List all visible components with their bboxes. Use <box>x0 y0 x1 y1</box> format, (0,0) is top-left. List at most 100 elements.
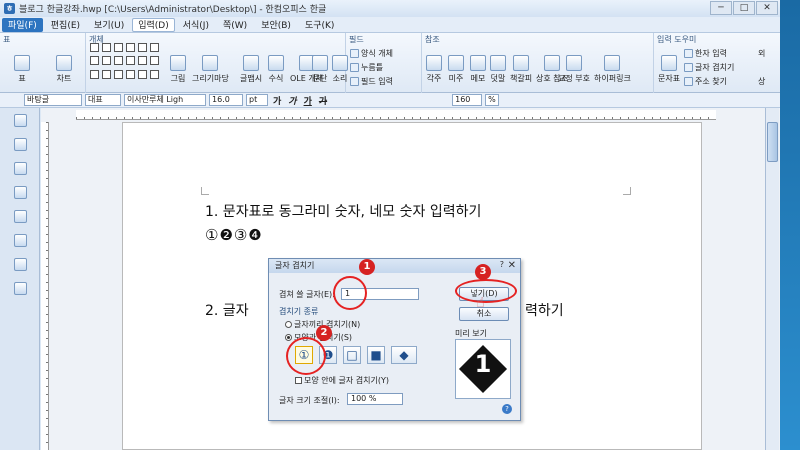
underline-button[interactable]: 가 <box>302 94 314 107</box>
preview-char: 1 <box>474 350 492 378</box>
group-label: 참조 <box>425 35 440 44</box>
comment-button[interactable]: 덧말 <box>490 55 506 84</box>
app-logo-icon: ㅎ <box>4 3 15 14</box>
font-select[interactable]: 이사만루체 Ligh <box>124 94 206 106</box>
strike-button[interactable]: 가 <box>317 94 329 107</box>
extra-button-2[interactable]: 상 <box>758 76 765 87</box>
address-find-button[interactable]: 주소 찾기 <box>684 76 727 87</box>
endnote-icon <box>448 55 464 71</box>
form-object-button[interactable]: 양식 개체 <box>350 48 393 59</box>
shape-dropdown-button[interactable]: ◆ <box>391 346 417 364</box>
shape-filled-square-button[interactable]: ■ <box>367 346 385 364</box>
chars-label: 겹쳐 쓸 글자(E): <box>279 290 335 299</box>
doc-icon[interactable] <box>14 234 27 247</box>
hanja-input-button[interactable]: 한자 입력 <box>684 48 727 59</box>
group-label: 필드 <box>349 35 364 44</box>
hanja-icon <box>684 49 693 58</box>
formula-button[interactable]: 수식 <box>268 55 284 84</box>
group-label: 표 <box>3 35 11 44</box>
style-select[interactable]: 바탕글 <box>24 94 82 106</box>
minimize-button[interactable]: ─ <box>710 1 732 15</box>
menu-edit[interactable]: 편집(E) <box>45 18 86 32</box>
drawing-button[interactable]: 그리기마당 <box>192 55 229 84</box>
checkbox-icon <box>295 377 302 384</box>
annotation-badge-2: 2 <box>316 325 332 341</box>
char-overlap-button[interactable]: 글자 겹치기 <box>684 62 734 73</box>
paragraph-button[interactable]: 문단 <box>312 55 328 84</box>
title-bar: ㅎ 블로그 한글강좌.hwp [C:\Users\Administrator\D… <box>0 0 780 17</box>
extra-button-1[interactable]: 외 <box>758 48 765 59</box>
shape-gallery[interactable] <box>90 43 159 81</box>
ribbon-group-table: 표 표 차트 <box>0 33 86 93</box>
table-button[interactable]: 표 <box>14 55 30 84</box>
zoom-input[interactable]: 160 <box>452 94 483 106</box>
grid-icon[interactable] <box>14 282 27 295</box>
list-icon[interactable] <box>14 162 27 175</box>
menu-bar: 파일(F) 편집(E) 보기(U) 입력(D) 서식(J) 쪽(W) 보안(B)… <box>0 17 780 33</box>
proofread-icon <box>565 55 582 71</box>
desktop-background <box>780 0 800 450</box>
shape-square-button[interactable]: □ <box>343 346 361 364</box>
proofreading-button[interactable]: 교정 부호 <box>558 55 590 84</box>
app-window: ㅎ 블로그 한글강좌.hwp [C:\Users\Administrator\D… <box>0 0 780 450</box>
bookmark-icon <box>513 55 530 71</box>
annotation-circle-2 <box>286 337 326 375</box>
close-icon[interactable]: ✕ <box>508 260 516 271</box>
menu-view[interactable]: 보기(U) <box>88 18 130 32</box>
close-button[interactable]: ✕ <box>756 1 778 15</box>
bold-button[interactable]: 가 <box>271 94 283 107</box>
inner-overlap-checkbox[interactable]: 모양 안에 글자 겹치기(Y) <box>295 375 389 386</box>
chart-button[interactable]: 차트 <box>56 55 72 84</box>
chart-icon <box>56 55 72 71</box>
size-input[interactable]: 16.0 <box>209 94 243 106</box>
menu-page[interactable]: 쪽(W) <box>217 18 253 32</box>
endnote-button[interactable]: 미주 <box>448 55 464 84</box>
vertical-scrollbar[interactable] <box>765 108 779 450</box>
window-title: 블로그 한글강좌.hwp [C:\Users\Administrator\Des… <box>19 5 327 15</box>
scroll-thumb[interactable] <box>767 122 778 162</box>
maximize-button[interactable]: □ <box>733 1 755 15</box>
click-here-button[interactable]: 누름틀 <box>350 62 383 73</box>
glyph-art-button[interactable]: 글맵시 <box>240 55 262 84</box>
menu-tools[interactable]: 도구(K) <box>299 18 341 32</box>
menu-insert[interactable]: 입력(D) <box>132 17 175 32</box>
info-icon[interactable]: ? <box>502 404 512 414</box>
lang-select[interactable]: 대표 <box>85 94 121 106</box>
menu-format[interactable]: 서식(J) <box>177 18 215 32</box>
charmap-icon <box>661 55 678 71</box>
annotation-circle-3 <box>455 279 517 303</box>
memo-button[interactable]: 메모 <box>470 55 486 84</box>
footnote-button[interactable]: 각주 <box>426 55 442 84</box>
help-icon[interactable] <box>14 138 27 151</box>
italic-button[interactable]: 가 <box>286 94 298 107</box>
doc-heading-1: 1. 문자표로 동그라미 숫자, 네모 숫자 입력하기 <box>205 204 482 220</box>
hyperlink-button[interactable]: 하이퍼링크 <box>594 55 631 84</box>
paragraph-icon <box>312 55 328 71</box>
image-icon[interactable] <box>14 258 27 271</box>
size-label: 글자 크기 조절(I): <box>279 396 340 405</box>
globe-icon <box>604 55 621 71</box>
menu-security[interactable]: 보안(B) <box>255 18 297 32</box>
bolt-icon[interactable] <box>14 186 27 199</box>
overlap-icon <box>684 63 693 72</box>
ribbon-group-reference: 참조 각주 미주 메모 덧말 책갈피 상호 참조 교정 부호 하이퍼링크 <box>422 33 654 93</box>
preview-box: 1 <box>455 339 511 399</box>
zoom-unit[interactable]: % <box>485 94 500 106</box>
horizontal-ruler[interactable] <box>76 110 716 120</box>
ribbon-group-input-helper: 입력 도우미 문자표 한자 입력 글자 겹치기 주소 찾기 외 상 <box>654 33 780 93</box>
form-icon <box>350 49 359 58</box>
size-input[interactable]: 100 % <box>347 393 403 405</box>
comment-icon <box>490 55 506 71</box>
menu-file[interactable]: 파일(F) <box>2 17 43 32</box>
bookmark-button[interactable]: 책갈피 <box>510 55 532 84</box>
field-input-button[interactable]: 필드 입력 <box>350 76 393 87</box>
picture-button[interactable]: 그림 <box>170 55 186 84</box>
charmap-button[interactable]: 문자표 <box>658 55 680 84</box>
vertical-ruler[interactable] <box>41 122 49 450</box>
page-icon[interactable] <box>14 210 27 223</box>
radio-checked-icon <box>285 334 292 341</box>
unit-select[interactable]: pt <box>246 94 268 106</box>
picture-icon <box>170 55 186 71</box>
book-icon[interactable] <box>14 114 27 127</box>
help-icon[interactable]: ? <box>500 260 504 269</box>
